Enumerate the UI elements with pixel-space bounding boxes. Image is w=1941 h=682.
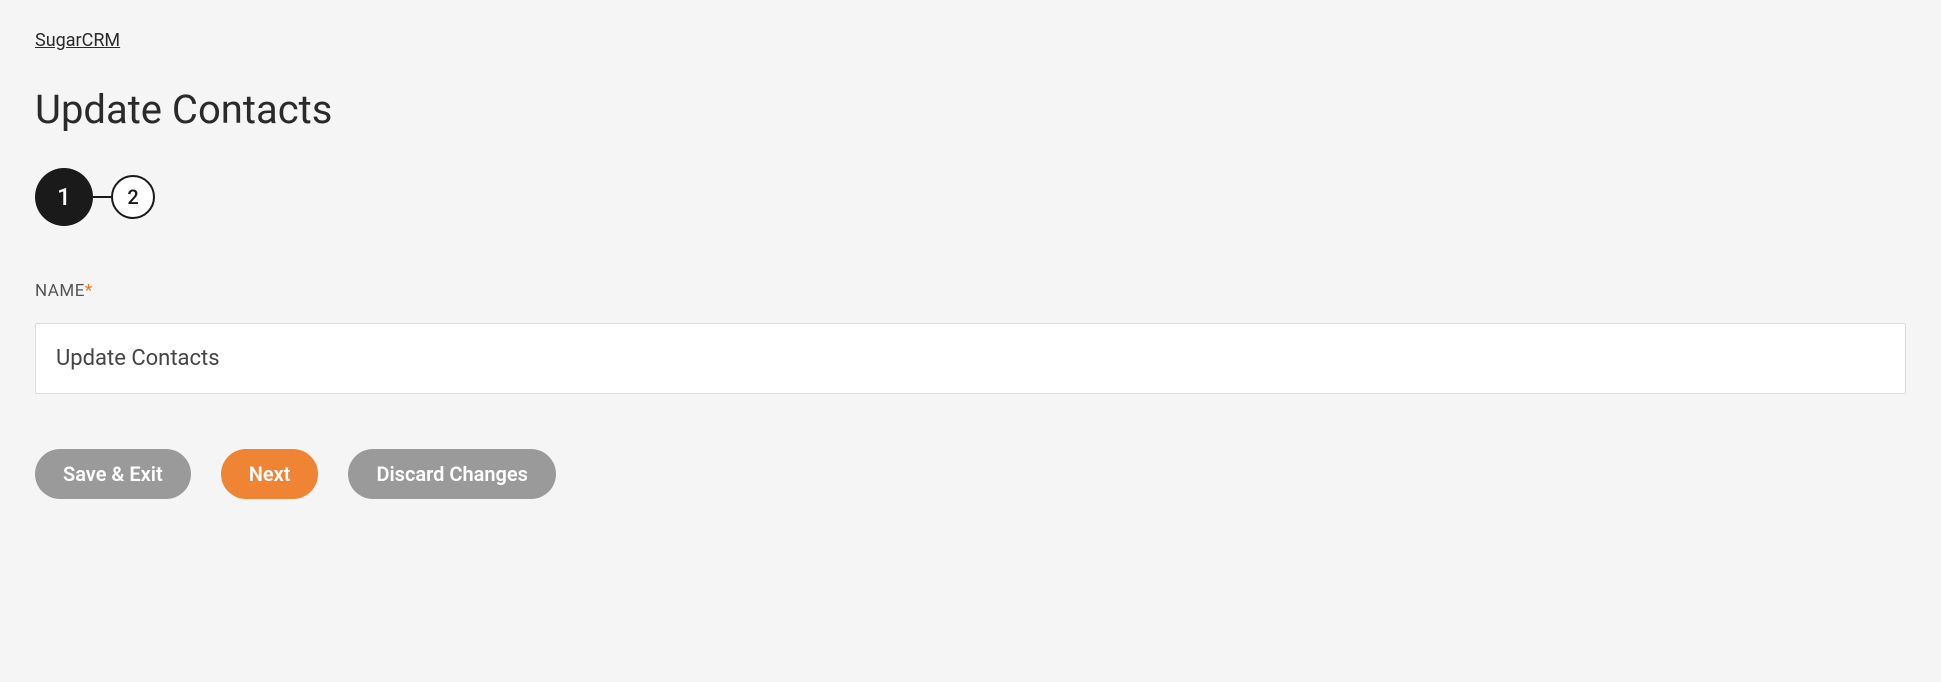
step-connector	[93, 196, 111, 198]
next-button[interactable]: Next	[221, 449, 319, 499]
action-button-row: Save & Exit Next Discard Changes	[35, 449, 1906, 499]
step-2[interactable]: 2	[111, 175, 155, 219]
page-title: Update Contacts	[35, 86, 1906, 133]
breadcrumb-parent-link[interactable]: SugarCRM	[35, 30, 120, 51]
name-input[interactable]	[35, 323, 1906, 394]
name-field-label: NAME*	[35, 281, 1906, 301]
discard-changes-button[interactable]: Discard Changes	[348, 449, 556, 499]
name-label-text: NAME	[35, 281, 85, 301]
step-indicator: 1 2	[35, 168, 1906, 226]
required-indicator: *	[85, 281, 93, 301]
step-1[interactable]: 1	[35, 168, 93, 226]
save-exit-button[interactable]: Save & Exit	[35, 449, 191, 499]
